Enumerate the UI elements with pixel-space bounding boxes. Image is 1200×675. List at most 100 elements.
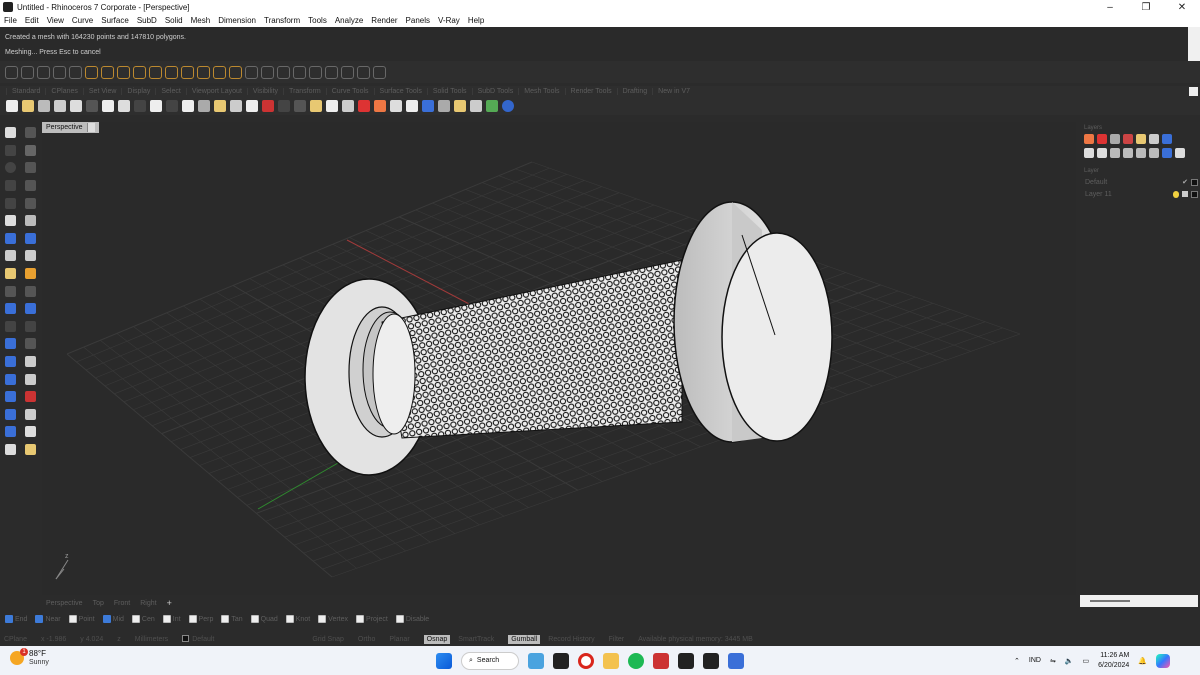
join-icon[interactable] [24,268,36,280]
select-arrow-icon[interactable] [4,127,16,139]
checkbox-icon[interactable] [102,615,111,623]
select-all-icon[interactable] [278,100,290,112]
scale-icon[interactable] [24,320,36,332]
surface-icon[interactable] [4,215,16,227]
checkbox-icon[interactable] [250,615,259,623]
render-icon[interactable] [438,100,450,112]
tab-render-tools[interactable]: Render Tools [564,88,617,95]
group-icon[interactable] [4,373,16,385]
toolbar-tool-icon[interactable] [357,65,370,79]
new-sublayer-icon[interactable] [1097,148,1107,158]
osnap-near[interactable]: Near [35,615,61,623]
menu-vray[interactable]: V-Ray [438,16,460,25]
toolbar-tool-icon[interactable] [117,65,130,79]
grid-snap-toggle[interactable]: Grid Snap [312,636,344,643]
windows-start-icon[interactable] [436,652,452,669]
render-settings-icon[interactable] [470,100,482,112]
view-tab-front[interactable]: Front [110,600,134,607]
tab-solid-tools[interactable]: Solid Tools [426,88,472,95]
panel-scrollbar[interactable] [1080,595,1198,607]
text-icon[interactable] [4,338,16,350]
command-prompt[interactable]: Meshing... Press Esc to cancel [5,45,1183,60]
save-icon[interactable] [38,100,50,112]
menu-mesh[interactable]: Mesh [191,16,211,25]
osnap-perp[interactable]: Perp [188,615,213,623]
lock-icon[interactable] [342,100,354,112]
gumball-toggle[interactable]: Gumball [508,634,541,644]
tab-set-view[interactable]: Set View [82,88,122,95]
rectangle-icon[interactable] [24,180,36,192]
toolbar-tool-icon[interactable] [341,65,354,79]
direction-icon[interactable] [4,408,16,420]
toolbar-tool-icon[interactable] [37,65,50,79]
toolbar-tool-icon[interactable] [373,65,386,79]
checkbox-icon[interactable] [285,615,294,623]
trim-icon[interactable] [24,285,36,297]
checkbox-icon[interactable] [131,615,140,623]
paint-icon[interactable] [1123,134,1133,144]
select-dot-icon[interactable] [294,100,306,112]
undo-icon[interactable] [134,100,146,112]
osnap-knot[interactable]: Knot [285,615,310,623]
toolbar-tool-icon[interactable] [325,65,338,79]
menu-transform[interactable]: Transform [264,16,300,25]
toolbar-tool-icon[interactable] [101,65,114,79]
viewport-canvas[interactable]: z [42,122,1076,595]
osnap-int[interactable]: Int [162,615,181,623]
filter-toggle[interactable]: Filter [609,636,625,643]
battery-icon[interactable]: ▭ [1083,657,1090,665]
box-icon[interactable] [4,232,16,244]
copilot-icon[interactable] [1156,653,1171,668]
opera-icon[interactable] [578,652,594,669]
rhino-taskbar-icon[interactable] [678,652,694,669]
cylinder-icon[interactable] [4,250,16,262]
toolbar-tool-icon[interactable] [85,65,98,79]
paste-icon[interactable] [118,100,130,112]
new-layer-icon[interactable] [1084,148,1094,158]
boolean-icon[interactable] [24,232,36,244]
material-icon[interactable] [1097,134,1107,144]
toolbar-tool-icon[interactable] [21,65,34,79]
menu-subd[interactable]: SubD [137,16,157,25]
dimension-icon[interactable] [24,338,36,350]
checkbox-icon[interactable] [5,615,13,623]
toolbar-tool-icon[interactable] [5,65,18,79]
tab-transform[interactable]: Transform [283,88,326,95]
rotate-view-icon[interactable] [166,100,178,112]
grid-points-icon[interactable] [4,391,16,403]
light-bulb-icon[interactable] [1173,190,1179,198]
ellipse-icon[interactable] [4,197,16,209]
copy-object-icon[interactable] [24,303,36,315]
network-icon[interactable]: ⇋ [1050,657,1056,665]
lock-icon[interactable] [1182,191,1188,197]
mail-icon[interactable] [528,652,544,669]
checkbox-icon[interactable] [35,615,44,623]
move-up-icon[interactable] [1123,148,1133,158]
osnap-quad[interactable]: Quad [250,615,278,623]
spotify-icon[interactable] [628,652,644,669]
new-file-icon[interactable] [6,100,18,112]
print-icon[interactable] [54,100,66,112]
menu-panels[interactable]: Panels [406,16,430,25]
osnap-tan[interactable]: Tan [221,615,243,623]
clock[interactable]: 11:26 AM 6/20/2024 [1098,651,1129,671]
line-icon[interactable] [24,144,36,156]
osnap-project[interactable]: Project [356,615,388,623]
ruler-icon[interactable] [24,408,36,420]
smarttrack-toggle[interactable]: SmartTrack [458,636,494,643]
tab-cplanes[interactable]: CPlanes [45,88,82,95]
four-viewports-icon[interactable] [246,100,258,112]
osnap-cen[interactable]: Cen [131,615,155,623]
menu-solid[interactable]: Solid [165,16,183,25]
arc-icon[interactable] [24,162,36,174]
mesh-icon[interactable] [24,250,36,262]
menu-surface[interactable]: Surface [101,16,129,25]
checkbox-icon[interactable] [162,615,171,623]
menu-help[interactable]: Help [468,16,484,25]
check-icon[interactable] [24,426,36,438]
minimize-button[interactable]: – [1092,2,1128,13]
layer-color-swatch[interactable] [1191,178,1198,186]
view-tab-perspective[interactable]: Perspective [42,600,87,607]
toolbar-tool-icon[interactable] [165,65,178,79]
explode-icon[interactable] [4,268,16,280]
